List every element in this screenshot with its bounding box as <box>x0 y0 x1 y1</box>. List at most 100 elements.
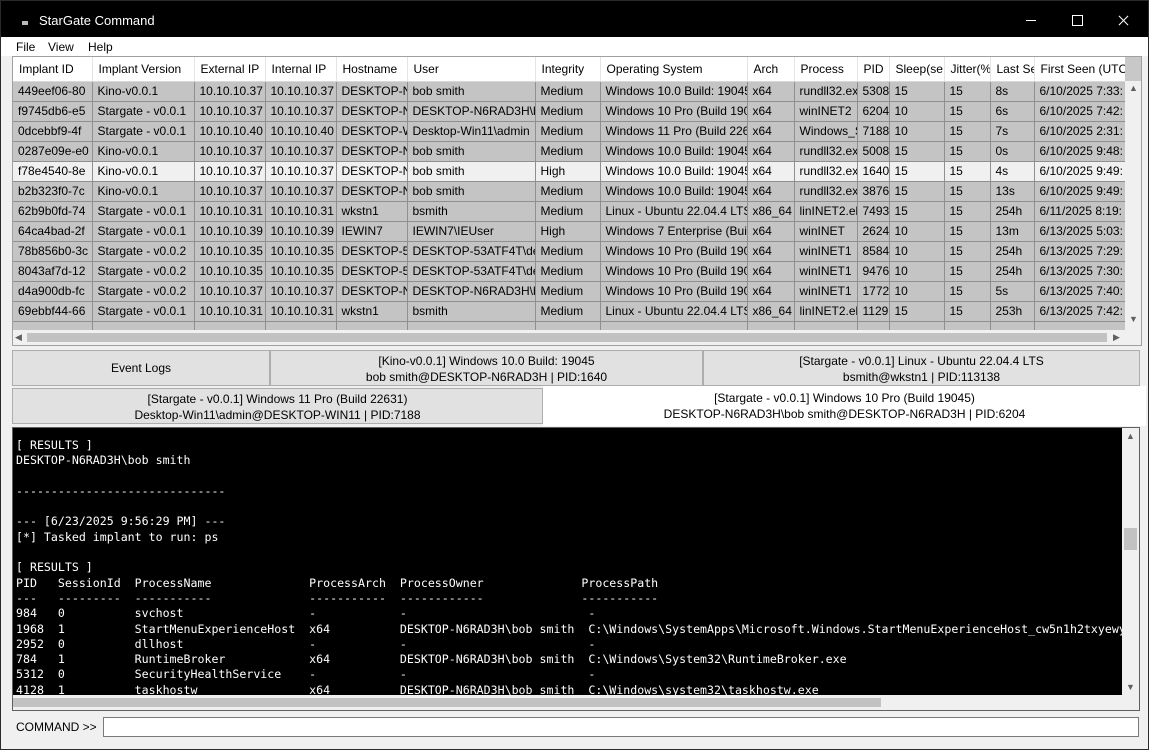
scroll-right-icon[interactable]: ▶ <box>1113 332 1120 343</box>
command-input[interactable] <box>103 717 1139 737</box>
table-cell: f78e4540-8e <box>13 161 93 182</box>
tab-label: [Stargate - v0.0.1] Windows 10 Pro (Buil… <box>714 391 975 405</box>
column-header[interactable]: Integrity <box>535 57 601 82</box>
table-cell: Medium <box>535 261 601 282</box>
table-cell: 10.10.10.37 <box>194 101 266 122</box>
table-cell: DESKTOP-N <box>336 161 408 182</box>
table-cell: 5008 <box>857 141 890 162</box>
menu-view[interactable]: View <box>48 40 74 54</box>
close-button[interactable] <box>1100 1 1146 37</box>
scroll-up-icon[interactable]: ▲ <box>1129 84 1138 93</box>
console-output[interactable]: [ RESULTS ] DESKTOP-N6RAD3H\bob smith --… <box>12 427 1140 711</box>
scroll-down-icon[interactable]: ▼ <box>1126 682 1135 692</box>
table-row-partial <box>13 321 1125 330</box>
table-cell: High <box>535 221 601 242</box>
table-row[interactable]: 0dcebbf9-4f Stargate - v0.0.1 10.10.10.40 1… <box>13 121 1125 142</box>
console-hscroll-thumb[interactable] <box>13 698 881 707</box>
table-row[interactable]: 69ebbf44-66 Stargate - v0.0.1 10.10.10.31 1… <box>13 301 1125 322</box>
table-cell: High <box>535 161 601 182</box>
menu-file[interactable]: File <box>16 40 35 54</box>
table-cell: 10.10.10.37 <box>265 81 337 102</box>
table-cell: 253h <box>990 301 1035 322</box>
console-horizontal-scrollbar[interactable] <box>13 695 1122 710</box>
table-cell: 1640 <box>857 161 890 182</box>
table-cell: 15 <box>944 301 991 322</box>
scroll-up-icon[interactable]: ▲ <box>1126 431 1135 441</box>
table-cell: 254h <box>990 241 1035 262</box>
column-header[interactable]: Jitter(% <box>944 57 991 82</box>
table-cell: 9476 <box>857 261 890 282</box>
column-header[interactable]: PID <box>857 57 890 82</box>
table-row[interactable]: b2b323f0-7c Kino-v0.0.1 10.10.10.37 10.10.1… <box>13 181 1125 202</box>
grid-horizontal-scrollbar[interactable]: ◀ ▶ <box>13 330 1125 345</box>
column-header[interactable]: Internal IP <box>265 57 337 82</box>
table-cell: 6/10/2025 9:48: <box>1034 141 1125 162</box>
table-row[interactable]: 78b856b0-3c Stargate - v0.0.2 10.10.10.35 1… <box>13 241 1125 262</box>
implants-grid[interactable]: Implant ID Implant Version External IP Inte… <box>12 56 1142 346</box>
menu-help[interactable]: Help <box>88 40 113 54</box>
column-header[interactable]: Implant ID <box>13 57 93 82</box>
table-cell: 78b856b0-3c <box>13 241 93 262</box>
console-text: [ RESULTS ] DESKTOP-N6RAD3H\bob smith --… <box>16 438 1139 697</box>
table-cell: 15 <box>944 161 991 182</box>
table-cell: Windows 7 Enterprise (Bui <box>600 221 748 242</box>
table-cell: linINET2.elf <box>794 201 858 222</box>
tab-sublabel: bsmith@wkstn1 | PID:113138 <box>842 370 1001 384</box>
table-cell: 254h <box>990 201 1035 222</box>
table-cell: bob smith <box>407 81 536 102</box>
table-cell: Windows 10 Pro (Build 190 <box>600 101 748 122</box>
table-cell: DESKTOP-53ATF4T\dev <box>407 241 536 262</box>
tab-win10-session-active[interactable]: [Stargate - v0.0.1] Windows 10 Pro (Buil… <box>543 386 1146 426</box>
column-header[interactable]: Operating System <box>600 57 748 82</box>
column-header[interactable]: User <box>407 57 536 82</box>
column-header[interactable]: Arch <box>747 57 795 82</box>
column-header[interactable]: Sleep(se <box>889 57 945 82</box>
tab-kino-session[interactable]: [Kino-v0.0.1] Windows 10.0 Build: 19045 … <box>270 350 703 386</box>
table-cell: Stargate - v0.0.1 <box>92 301 195 322</box>
table-cell: Kino-v0.0.1 <box>92 141 195 162</box>
table-header: Implant ID Implant Version External IP Inte… <box>13 57 1125 82</box>
maximize-button[interactable] <box>1054 1 1100 37</box>
scroll-left-icon[interactable]: ◀ <box>15 332 22 343</box>
table-cell: 10 <box>889 281 945 302</box>
table-row[interactable]: f78e4540-8e Kino-v0.0.1 10.10.10.37 10.10.1… <box>13 161 1125 182</box>
table-cell: Stargate - v0.0.1 <box>92 121 195 142</box>
table-cell: DESKTOP-53ATF4T\dev <box>407 261 536 282</box>
table-cell: 10.10.10.37 <box>265 141 337 162</box>
column-header[interactable]: First Seen (UTC) <box>1034 57 1125 82</box>
table-row[interactable]: 449eef06-80 Kino-v0.0.1 10.10.10.37 10.10.1… <box>13 81 1125 102</box>
table-cell: 10.10.10.37 <box>194 281 266 302</box>
column-header[interactable]: External IP <box>194 57 266 82</box>
column-header[interactable]: Process <box>794 57 858 82</box>
table-cell: Desktop-Win11\admin <box>407 121 536 142</box>
column-header[interactable]: Last Se <box>990 57 1035 82</box>
table-row[interactable]: d4a900db-fc Stargate - v0.0.2 10.10.10.37 1… <box>13 281 1125 302</box>
console-vscroll-thumb[interactable] <box>1124 528 1137 550</box>
table-cell: 10.10.10.40 <box>194 121 266 142</box>
table-cell: 10.10.10.37 <box>265 181 337 202</box>
tab-event-logs[interactable]: Event Logs <box>12 350 270 386</box>
tab-sublabel: Desktop-Win11\admin@DESKTOP-WIN11 | PID:… <box>134 408 421 422</box>
console-vertical-scrollbar[interactable]: ▲ ▼ <box>1122 428 1139 695</box>
table-row[interactable]: 62b9b0fd-74 Stargate - v0.0.1 10.10.10.31 1… <box>13 201 1125 222</box>
tab-label: [Kino-v0.0.1] Windows 10.0 Build: 19045 <box>378 354 595 368</box>
table-row[interactable]: 8043af7d-12 Stargate - v0.0.2 10.10.10.35 1… <box>13 261 1125 282</box>
table-cell: Medium <box>535 81 601 102</box>
table-row[interactable]: 0287e09e-e0 Kino-v0.0.1 10.10.10.37 10.10.1… <box>13 141 1125 162</box>
tab-win11-session[interactable]: [Stargate - v0.0.1] Windows 11 Pro (Buil… <box>12 388 543 424</box>
table-cell: 6s <box>990 101 1035 122</box>
table-cell: 10.10.10.35 <box>265 261 337 282</box>
table-cell: Kino-v0.0.1 <box>92 161 195 182</box>
table-row[interactable]: f9745db6-e5 Stargate - v0.0.1 10.10.10.37 1… <box>13 101 1125 122</box>
grid-hscroll-thumb[interactable] <box>27 333 1107 342</box>
scroll-down-icon[interactable]: ▼ <box>1129 315 1138 324</box>
table-row[interactable]: 64ca4bad-2f Stargate - v0.0.1 10.10.10.39 1… <box>13 221 1125 242</box>
table-cell: Windows 10 Pro (Build 190 <box>600 261 748 282</box>
minimize-button[interactable] <box>1008 1 1054 37</box>
column-header[interactable]: Implant Version <box>92 57 195 82</box>
grid-vertical-scrollbar[interactable]: ▲ ▼ <box>1125 57 1141 330</box>
column-header[interactable]: Hostname <box>336 57 408 82</box>
table-cell: 6/10/2025 7:33: <box>1034 81 1125 102</box>
tab-linux-session[interactable]: [Stargate - v0.0.1] Linux - Ubuntu 22.04… <box>703 350 1140 386</box>
table-cell: 10.10.10.31 <box>265 201 337 222</box>
